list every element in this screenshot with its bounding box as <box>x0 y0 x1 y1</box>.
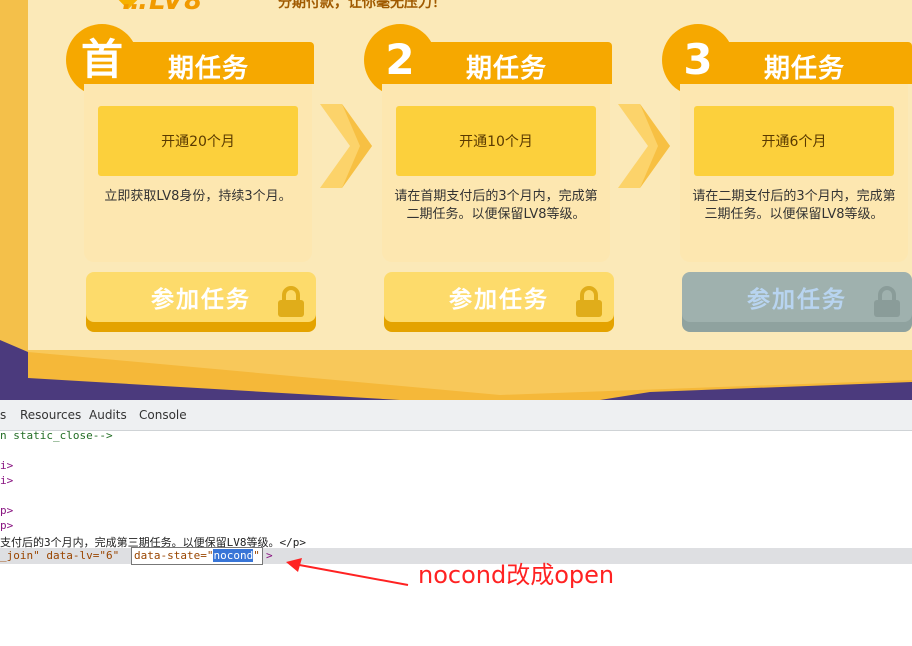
card-offer: 开通10个月 <box>396 106 596 176</box>
button-label: 参加任务 <box>151 287 251 313</box>
card-title: 期任务 <box>466 54 548 84</box>
lock-icon <box>874 286 900 317</box>
promo-section: …LV8 分期付款，让你毫无压力！ 期任务 首 开通20个月 立即获取LV8身份… <box>0 0 912 400</box>
subline: 分期付款，让你毫无压力！ <box>278 0 446 11</box>
card-offer: 开通6个月 <box>694 106 894 176</box>
tag-close: > <box>266 549 273 562</box>
code-line[interactable]: p> <box>0 519 13 532</box>
card-body: 开通20个月 立即获取LV8身份，持续3个月。 <box>84 84 312 262</box>
tab-sources[interactable]: s <box>0 408 6 422</box>
card-description: 请在首期支付后的3个月内，完成第二期任务。以便保留LV8等级。 <box>394 189 598 222</box>
chevron-right-icon <box>320 104 372 188</box>
selected-line-prefix: _join" data-lv="6" <box>0 549 120 562</box>
code-line[interactable]: p> <box>0 504 13 517</box>
card-title: 期任务 <box>168 54 250 84</box>
card-body: 开通6个月 请在二期支付后的3个月内，完成第三期任务。以便保留LV8等级。 <box>680 84 908 262</box>
card-number: 首 <box>80 35 123 84</box>
join-task-button-1[interactable]: 参加任务 <box>86 272 316 332</box>
tab-resources[interactable]: Resources <box>20 408 81 422</box>
code-line[interactable]: i> <box>0 459 13 472</box>
join-task-button-2[interactable]: 参加任务 <box>384 272 614 332</box>
arrow-icon <box>286 558 409 586</box>
card-offer: 开通20个月 <box>98 106 298 176</box>
lock-icon <box>278 286 304 317</box>
code-line[interactable]: i> <box>0 474 13 487</box>
annotation-text: nocond改成open <box>418 561 615 589</box>
card-description: 请在二期支付后的3个月内，完成第三期任务。以便保留LV8等级。 <box>692 189 896 222</box>
card-title: 期任务 <box>764 54 846 84</box>
join-task-button-3[interactable]: 参加任务 <box>682 272 912 332</box>
card-number: 3 <box>683 35 713 84</box>
button-label: 参加任务 <box>747 287 847 313</box>
chevron-right-icon <box>618 104 670 188</box>
card-body: 开通10个月 请在首期支付后的3个月内，完成第二期任务。以便保留LV8等级。 <box>382 84 610 262</box>
card-description: 立即获取LV8身份，持续3个月。 <box>104 189 292 204</box>
tab-console[interactable]: Console <box>139 408 187 422</box>
attribute-edit-box[interactable]: data-state="nocond" <box>131 547 263 565</box>
edit-attr-value[interactable]: nocond <box>213 549 254 562</box>
edit-attr-quote: " <box>253 549 260 562</box>
edit-attr-name: data-state=" <box>134 549 214 562</box>
headline: …LV8 <box>122 0 204 16</box>
card-number: 2 <box>385 35 415 84</box>
devtools-tab-bar: s Resources Audits Console <box>0 400 912 431</box>
devtools-panel: s Resources Audits Console n static_clos… <box>0 400 912 646</box>
code-line[interactable]: n static_close--> <box>0 429 113 442</box>
lock-icon <box>576 286 602 317</box>
button-label: 参加任务 <box>449 287 549 313</box>
tab-audits[interactable]: Audits <box>89 408 127 422</box>
